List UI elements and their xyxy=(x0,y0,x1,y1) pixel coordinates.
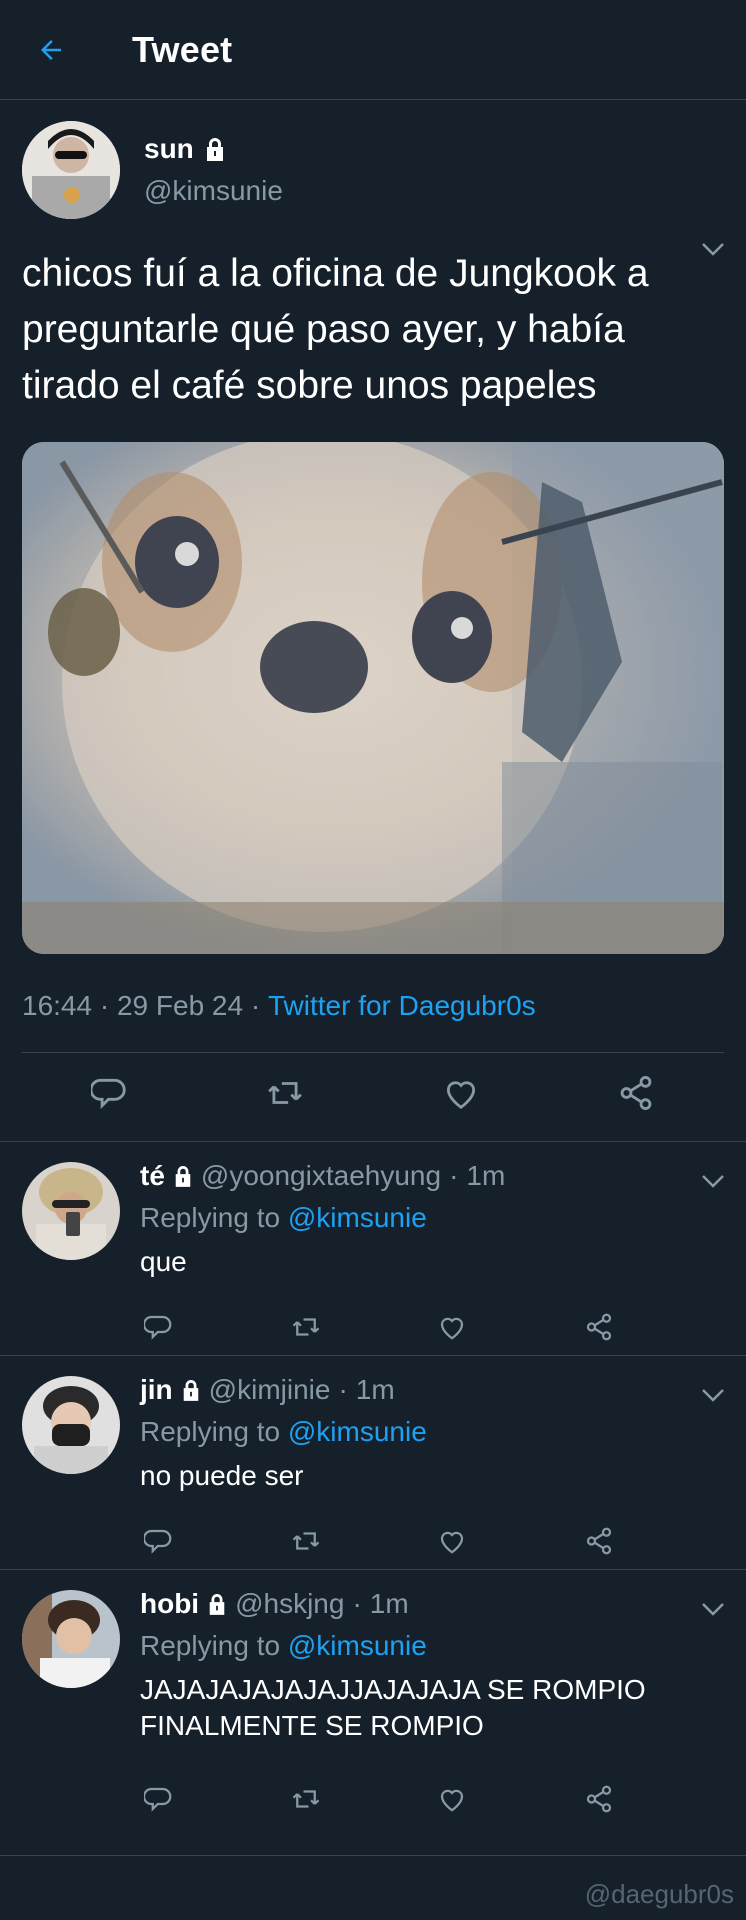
retweet-icon xyxy=(268,1081,303,1104)
reply-author-handle[interactable]: @hskjng xyxy=(235,1588,344,1620)
chevron-down-icon xyxy=(702,243,724,256)
main-tweet: sun @kimsunie chicos fuí a la oficina de… xyxy=(0,100,746,1137)
reply-options-button[interactable] xyxy=(700,1600,726,1623)
tweet-options-button[interactable] xyxy=(700,240,726,263)
tweet-author[interactable]: sun @kimsunie xyxy=(22,100,724,220)
reply-icon xyxy=(89,1078,126,1109)
tweet-source-link[interactable]: Twitter for Daegubr0s xyxy=(268,990,536,1022)
arrow-left-icon xyxy=(41,39,61,60)
chevron-down-icon xyxy=(702,1175,724,1188)
avatar[interactable] xyxy=(22,1376,120,1474)
reply-author-name[interactable]: hobi xyxy=(140,1588,199,1620)
avatar[interactable] xyxy=(22,121,120,219)
reply-text: que xyxy=(140,1246,187,1277)
reply-item[interactable]: jin @kimjinie · 1m Replying to @kimsunie… xyxy=(0,1356,746,1570)
heart-icon[interactable] xyxy=(437,1526,467,1556)
share-icon[interactable] xyxy=(584,1526,614,1556)
lock-icon xyxy=(175,1166,191,1187)
reply-icon[interactable] xyxy=(144,1312,174,1342)
replying-to-link[interactable]: @kimsunie xyxy=(288,1416,427,1447)
retweet-button[interactable] xyxy=(266,1074,304,1117)
reply-actions xyxy=(140,1516,614,1566)
separator: · xyxy=(99,990,110,1021)
reply-author-name[interactable]: jin xyxy=(140,1374,173,1406)
reply-author-handle[interactable]: @yoongixtaehyung xyxy=(201,1160,441,1192)
reply-options-button[interactable] xyxy=(700,1172,726,1195)
retweet-icon[interactable] xyxy=(291,1526,321,1556)
reply-icon[interactable] xyxy=(144,1526,174,1556)
like-button[interactable] xyxy=(442,1074,480,1117)
separator: · xyxy=(338,1374,348,1405)
author-handle[interactable]: @kimsunie xyxy=(144,175,283,207)
reply-time: 1m xyxy=(355,1374,395,1405)
retweet-icon[interactable] xyxy=(291,1784,321,1814)
heart-icon[interactable] xyxy=(437,1784,467,1814)
reply-author-handle[interactable]: @kimjinie xyxy=(209,1374,331,1406)
chevron-down-icon xyxy=(702,1389,724,1402)
reply-time: 1m xyxy=(466,1160,506,1191)
avatar[interactable] xyxy=(22,1162,120,1260)
reply-options-button[interactable] xyxy=(700,1386,726,1409)
replying-to: Replying to @kimsunie xyxy=(140,1202,427,1233)
back-button[interactable] xyxy=(34,33,68,67)
heart-icon xyxy=(446,1080,475,1109)
share-icon xyxy=(620,1075,652,1110)
avatar-image xyxy=(22,121,120,219)
reply-text: JAJAJAJAJAJAJJAJAJAJA SE ROMPIO FINALMEN… xyxy=(140,1674,646,1741)
reply-icon[interactable] xyxy=(144,1784,174,1814)
reply-actions xyxy=(140,1774,614,1824)
reply-actions xyxy=(140,1302,614,1352)
replying-to: Replying to @kimsunie xyxy=(140,1416,427,1447)
lock-icon xyxy=(209,1594,225,1615)
tweet-text: chicos fuí a la oficina de Jungkook a pr… xyxy=(22,252,649,407)
reply-button[interactable] xyxy=(89,1074,129,1117)
separator: · xyxy=(250,990,261,1021)
lock-icon xyxy=(206,138,223,161)
share-icon[interactable] xyxy=(584,1312,614,1342)
tweet-time: 16:44 xyxy=(22,990,93,1021)
dog-helicopter-image xyxy=(22,442,724,954)
chevron-down-icon xyxy=(702,1603,724,1616)
author-name[interactable]: sun xyxy=(144,133,194,165)
reply-text: no puede ser xyxy=(140,1460,304,1491)
separator: · xyxy=(352,1588,362,1619)
share-button[interactable] xyxy=(617,1074,655,1117)
page-title: Tweet xyxy=(132,28,233,70)
watermark: @daegubr0s xyxy=(584,1879,734,1909)
reply-time: 1m xyxy=(369,1588,409,1619)
heart-icon[interactable] xyxy=(437,1312,467,1342)
share-icon[interactable] xyxy=(584,1784,614,1814)
replies-list: té @yoongixtaehyung · 1m Replying to @ki… xyxy=(0,1142,746,1856)
replying-to: Replying to @kimsunie xyxy=(140,1630,427,1661)
tweet-image[interactable] xyxy=(22,442,724,954)
reply-item[interactable]: té @yoongixtaehyung · 1m Replying to @ki… xyxy=(0,1142,746,1356)
retweet-icon[interactable] xyxy=(291,1312,321,1342)
lock-icon xyxy=(183,1380,198,1401)
tweet-actions xyxy=(22,1053,724,1137)
replying-to-link[interactable]: @kimsunie xyxy=(288,1202,427,1233)
tweet-meta: 16:44 · 29 Feb 24 · Twitter for Daegubr0… xyxy=(22,984,724,1028)
replying-to-link[interactable]: @kimsunie xyxy=(288,1630,427,1661)
tweet-date: 29 Feb 24 xyxy=(116,990,244,1021)
avatar[interactable] xyxy=(22,1590,120,1688)
reply-item[interactable]: hobi @hskjng · 1m Replying to @kimsunie … xyxy=(0,1570,746,1856)
top-bar: Tweet xyxy=(0,0,746,100)
separator: · xyxy=(449,1160,459,1191)
reply-author-name[interactable]: té xyxy=(140,1160,165,1192)
